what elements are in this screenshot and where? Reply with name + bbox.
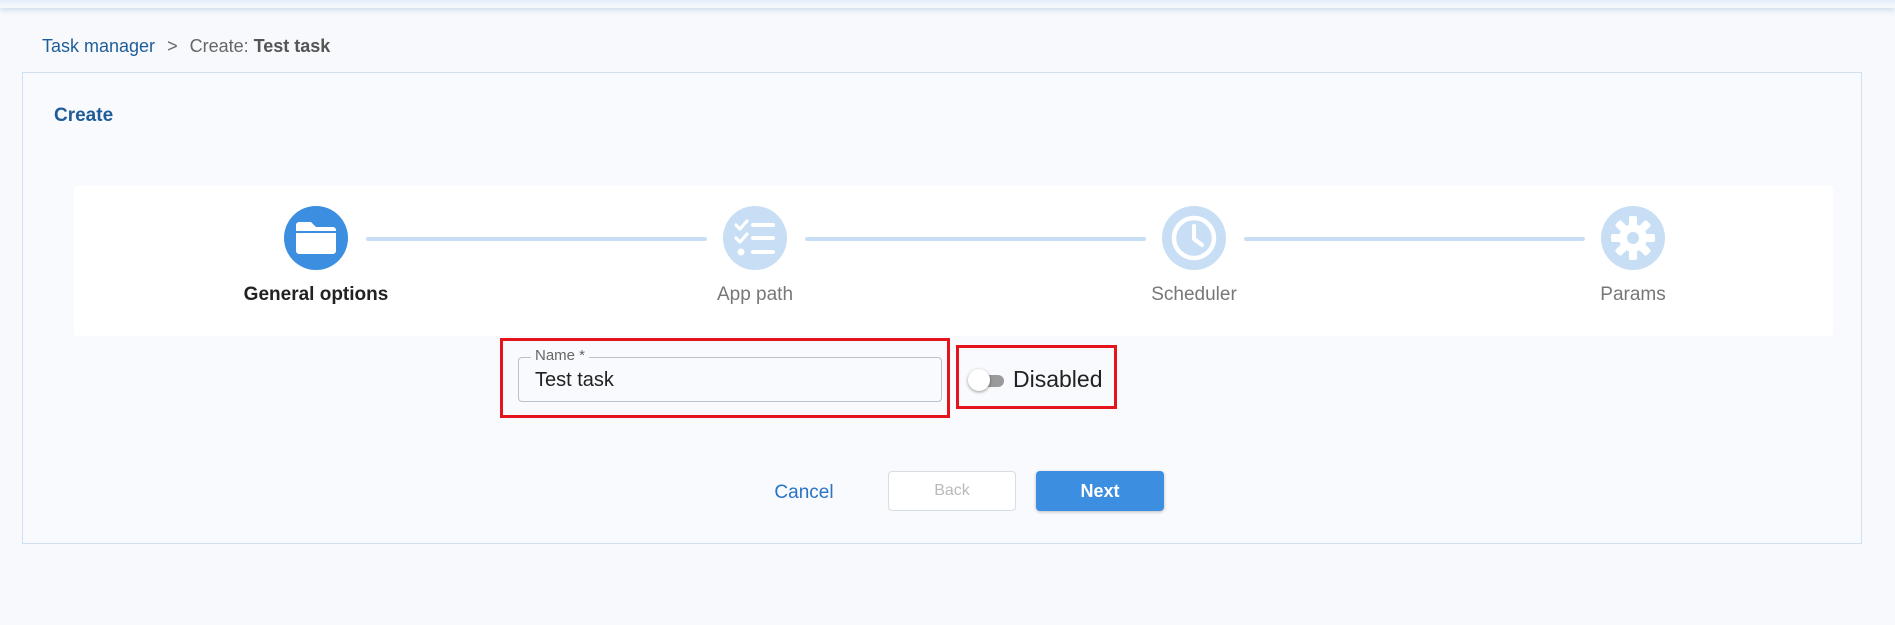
next-button[interactable]: Next xyxy=(1036,471,1164,511)
stepper: General options App path Scheduler Param… xyxy=(74,186,1833,336)
breadcrumb: Task manager > Create: Test task xyxy=(42,36,330,57)
breadcrumb-current-name: Test task xyxy=(253,36,331,56)
panel-title: Create xyxy=(54,105,114,126)
breadcrumb-task-manager-link[interactable]: Task manager xyxy=(42,36,155,57)
breadcrumb-current-prefix: Create: xyxy=(189,36,249,56)
back-button[interactable]: Back xyxy=(888,471,1016,511)
clock-icon xyxy=(1162,206,1226,270)
gear-icon xyxy=(1601,206,1665,270)
breadcrumb-separator: > xyxy=(167,36,178,56)
step-label: Params xyxy=(1600,284,1666,305)
checklist-icon xyxy=(723,206,787,270)
name-field-value[interactable]: Test task xyxy=(535,369,614,392)
toggle-knob xyxy=(968,369,990,391)
step-label: General options xyxy=(243,284,389,305)
folder-icon xyxy=(284,206,348,270)
step-general-options[interactable]: General options xyxy=(206,206,426,306)
disabled-toggle[interactable] xyxy=(968,369,1004,391)
name-field-label: Name * xyxy=(531,347,590,364)
top-bar xyxy=(0,0,1895,8)
step-app-path[interactable]: App path xyxy=(645,206,865,306)
step-label: Scheduler xyxy=(1151,284,1237,305)
cancel-button[interactable]: Cancel xyxy=(766,478,842,508)
step-label: App path xyxy=(716,284,794,305)
name-field[interactable]: Name * Test task xyxy=(518,347,942,402)
step-params[interactable]: Params xyxy=(1523,206,1743,306)
step-scheduler[interactable]: Scheduler xyxy=(1084,206,1304,306)
disabled-toggle-label: Disabled xyxy=(1013,366,1103,392)
